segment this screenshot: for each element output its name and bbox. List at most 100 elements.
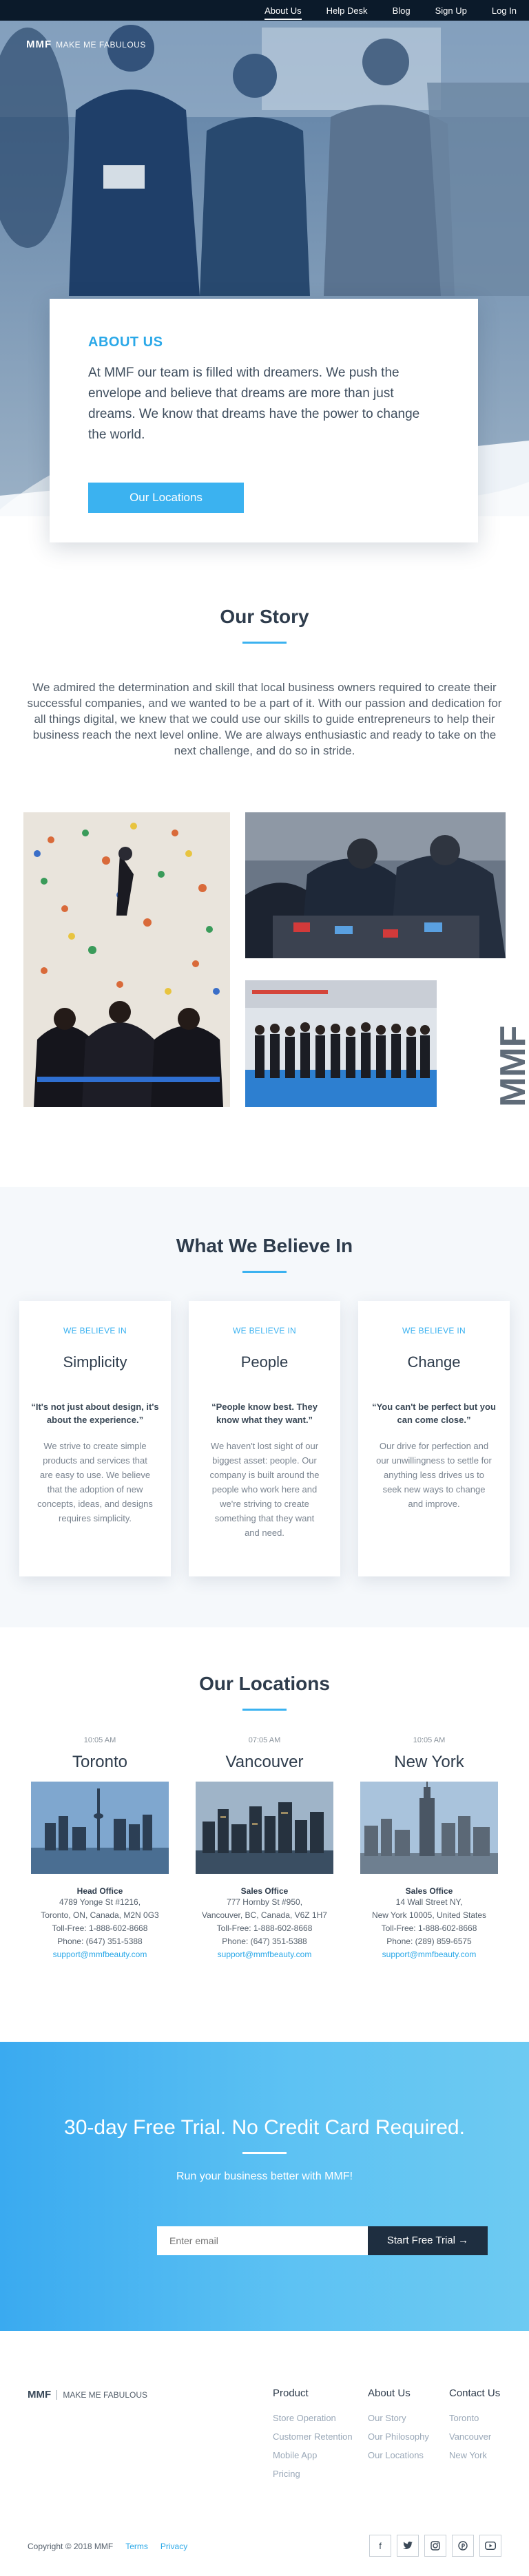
facebook-icon[interactable]: f [369,2535,391,2557]
locations-rule [242,1709,287,1711]
climbing-wall-photo [23,812,230,1107]
believe-card-people: WE BELIEVE IN People “People know best. … [189,1301,340,1576]
start-free-trial-button[interactable]: Start Free Trial → [368,2226,488,2255]
footer-link-toronto[interactable]: Toronto [449,2409,500,2427]
cta-subtitle: Run your business better with MMF! [176,2171,353,2182]
footer-brand-mark: MMF [28,2389,52,2400]
toll-free: Toll-Free: 1-888-602-8668 [216,1923,313,1933]
card-body: We strive to create simple products and … [37,1441,153,1523]
location-toronto: 10:05 AM Toronto Head Office 4789 Yonge … [21,1736,179,1961]
brand-name: MAKE ME FABULOUS [56,40,146,50]
locations-heading-block: Our Locations [0,1673,529,1711]
office-type: Sales Office [405,1886,453,1896]
footer-brand-name: MAKE ME FABULOUS [56,2390,148,2400]
nav-help-desk[interactable]: Help Desk [326,6,368,16]
believe-card-change: WE BELIEVE IN Change “You can't be perfe… [358,1301,510,1576]
footer-link-our-philosophy[interactable]: Our Philosophy [368,2427,429,2446]
phone: Phone: (647) 351-5388 [57,1936,143,1946]
nav-about-us[interactable]: About Us [264,6,302,20]
story-text: We admired the determination and skill t… [27,681,502,757]
free-trial-section: 30-day Free Trial. No Credit Card Requir… [0,2042,529,2331]
copyright-text: Copyright © 2018 MMF [28,2542,114,2551]
copyright-row: Copyright © 2018 MMF Terms Privacy [28,2542,187,2551]
locations-title: Our Locations [199,1673,330,1694]
address-line-2: Toronto, ON, Canada, M2N 0G3 [41,1910,159,1920]
local-time: 07:05 AM [248,1736,281,1744]
footer-col-product: Product Store Operation Customer Retenti… [273,2387,353,2483]
brand-mark: MMF [26,39,52,50]
brand-logo[interactable]: MMF MAKE ME FABULOUS [26,39,146,50]
card-title: Change [407,1353,461,1371]
our-locations-button[interactable]: Our Locations [88,483,244,513]
pinterest-icon[interactable] [452,2535,474,2557]
new-york-skyline-image [360,1782,498,1874]
office-type: Sales Office [240,1886,289,1896]
support-email-link[interactable]: support@mmfbeauty.com [350,1948,508,1961]
email-input[interactable] [157,2226,368,2255]
believe-card-simplicity: WE BELIEVE IN Simplicity “It's not just … [19,1301,171,1576]
card-quote: “It's not just about design, it's about … [31,1402,159,1425]
office-type: Head Office [76,1886,123,1896]
card-title: People [240,1353,289,1371]
card-kicker: WE BELIEVE IN [233,1326,296,1335]
twitter-icon[interactable] [397,2535,419,2557]
card-title: Simplicity [63,1353,127,1371]
team-group-photo [245,980,437,1107]
trial-form: Start Free Trial → [157,2226,488,2255]
footer-link-vancouver[interactable]: Vancouver [449,2427,500,2446]
about-text: At MMF our team is filled with dreamers.… [88,366,420,442]
footer-link-customer-retention[interactable]: Customer Retention [273,2427,353,2446]
toronto-skyline-image [31,1782,169,1874]
about-card: ABOUT US At MMF our team is filled with … [50,299,478,542]
local-time: 10:05 AM [413,1736,446,1744]
social-links: f [369,2535,501,2557]
believe-rule [242,1271,287,1273]
cta-title: 30-day Free Trial. No Credit Card Requir… [64,2116,465,2139]
about-heading: ABOUT US [88,335,163,350]
footer-bottom-bar: Copyright © 2018 MMF Terms Privacy f [28,2533,501,2561]
footer-col-title: Contact Us [449,2387,501,2399]
address-line-1: 4789 Yonge St #1216, [59,1897,141,1907]
team-gear-photo [245,812,506,958]
footer-col-title: Product [273,2387,309,2399]
instagram-icon[interactable] [424,2535,446,2557]
footer-link-mobile-app[interactable]: Mobile App [273,2446,353,2464]
card-quote: “You can't be perfect but you can come c… [372,1402,496,1425]
youtube-icon[interactable] [479,2535,501,2557]
support-email-link[interactable]: support@mmfbeauty.com [185,1948,344,1961]
card-kicker: WE BELIEVE IN [63,1326,127,1335]
card-body: Our drive for perfection and our unwilli… [376,1441,492,1509]
card-kicker: WE BELIEVE IN [402,1326,466,1335]
vancouver-skyline-image [196,1782,333,1874]
cta-rule [242,2152,287,2154]
privacy-link[interactable]: Privacy [160,2542,187,2551]
footer-link-pricing[interactable]: Pricing [273,2464,353,2483]
city-name: New York [394,1753,464,1771]
support-email-link[interactable]: support@mmfbeauty.com [21,1948,179,1961]
story-rule [242,642,287,644]
footer-col-contact: Contact Us Toronto Vancouver New York [449,2387,500,2464]
card-quote: “People know best. They know what they w… [211,1402,318,1425]
nav-blog[interactable]: Blog [393,6,411,16]
toll-free: Toll-Free: 1-888-602-8668 [381,1923,477,1933]
believe-title: What We Believe In [176,1235,353,1256]
address-line-1: 14 Wall Street NY, [395,1897,463,1907]
footer-col-about: About Us Our Story Our Philosophy Our Lo… [368,2387,429,2464]
city-name: Toronto [72,1753,128,1771]
terms-link[interactable]: Terms [125,2542,148,2551]
local-time: 10:05 AM [83,1736,116,1744]
address-line-1: 777 Hornby St #950, [226,1897,303,1907]
mmf-vertical-logo: MMF [497,1026,529,1107]
footer-link-our-story[interactable]: Our Story [368,2409,429,2427]
believe-heading-block: What We Believe In [0,1235,529,1273]
footer-link-new-york[interactable]: New York [449,2446,500,2464]
footer-col-title: About Us [368,2387,411,2399]
footer-brand[interactable]: MMF MAKE ME FABULOUS [28,2389,148,2400]
story-title: Our Story [220,606,309,627]
location-new-york: 10:05 AM New York Sales Office 14 Wall S… [350,1736,508,1961]
city-name: Vancouver [225,1753,304,1771]
footer-link-our-locations[interactable]: Our Locations [368,2446,429,2464]
footer-link-store-operation[interactable]: Store Operation [273,2409,353,2427]
nav-sign-up[interactable]: Sign Up [435,6,467,16]
nav-log-in[interactable]: Log In [492,6,517,16]
